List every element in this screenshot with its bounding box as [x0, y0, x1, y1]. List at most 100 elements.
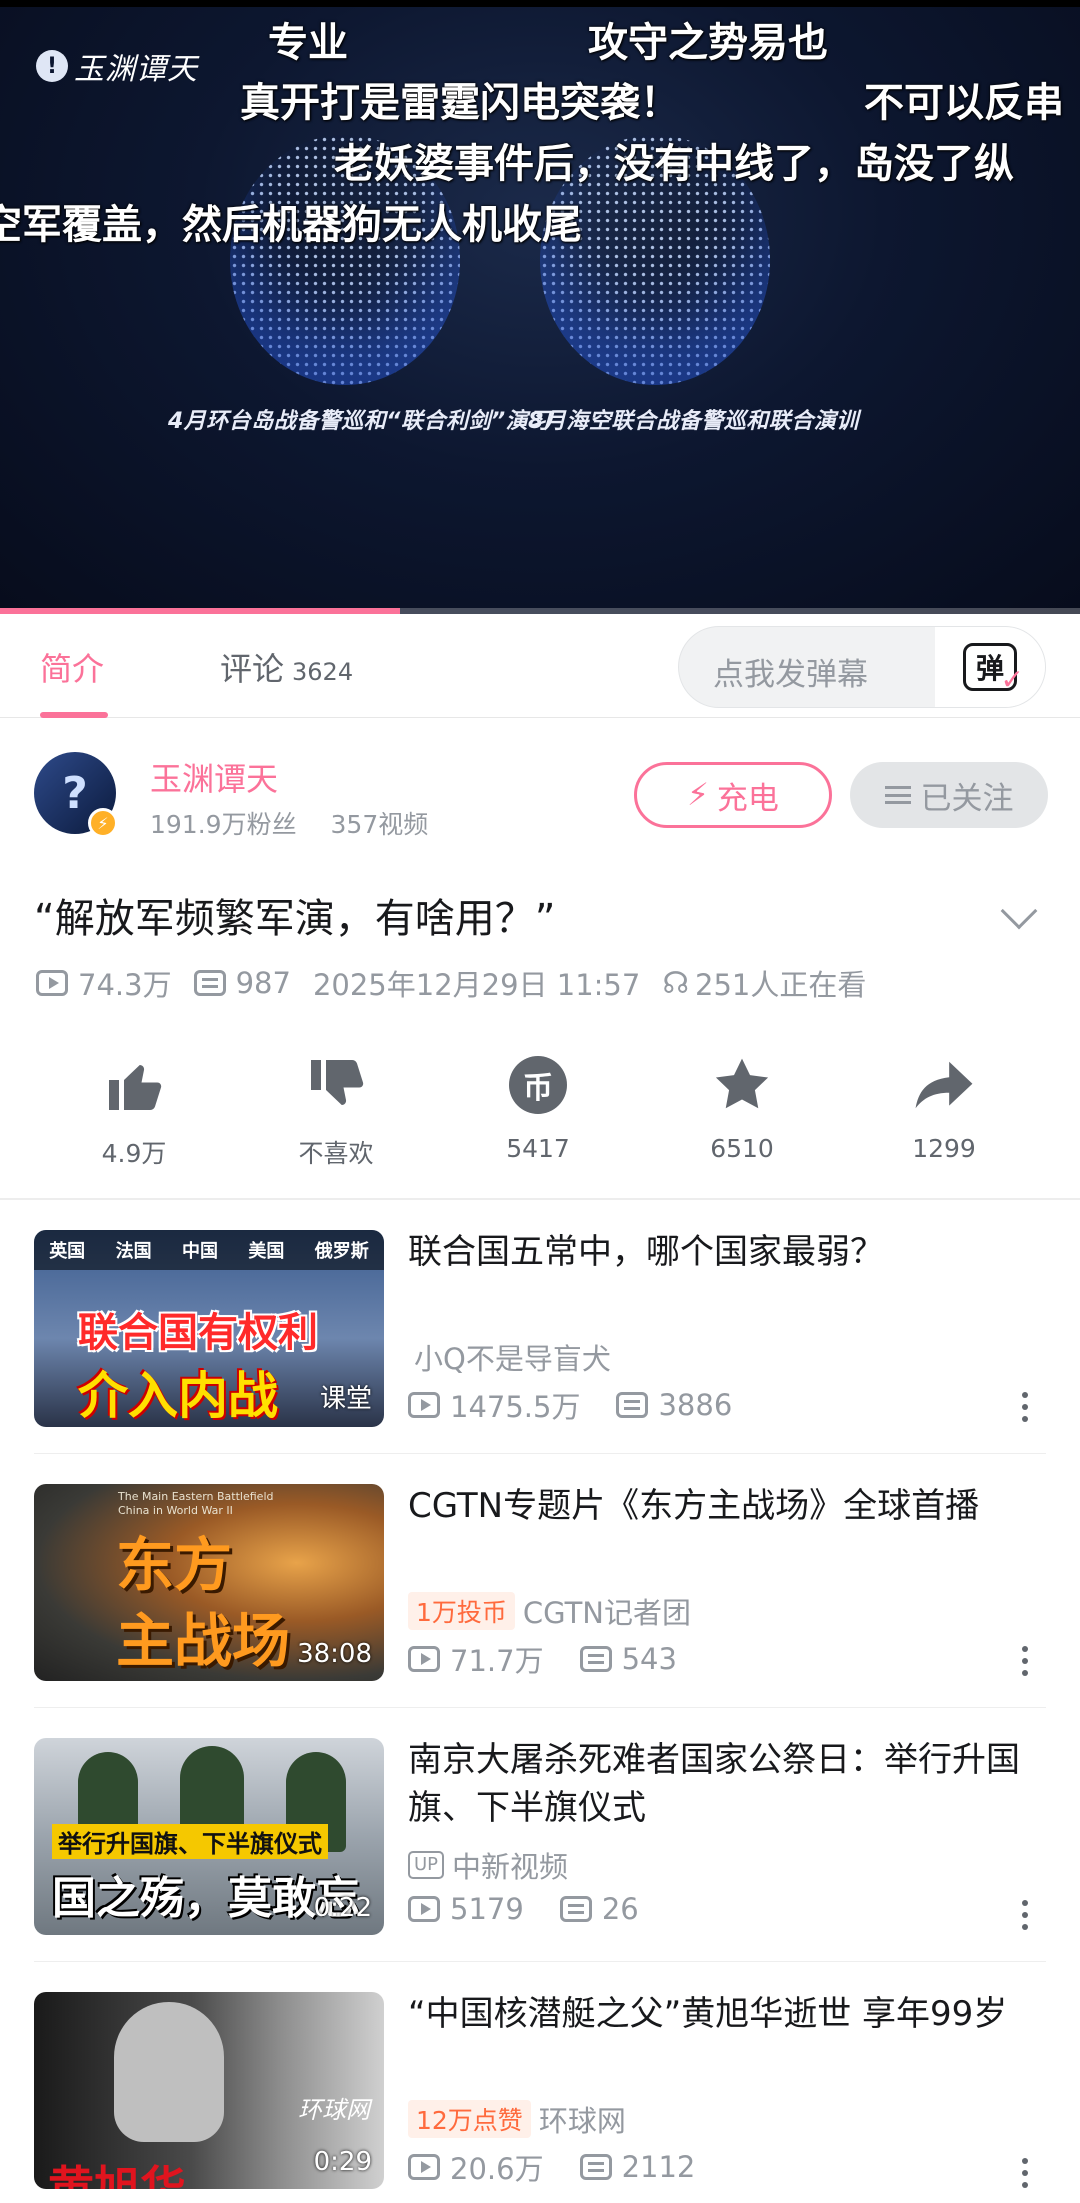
- thumb-country: 英国: [49, 1241, 86, 1262]
- danmaku-count-icon: [193, 970, 226, 996]
- view-count: 5179: [408, 1892, 524, 1926]
- action-bar: 4.9万 不喜欢 币 5417 6510 1299: [0, 1050, 1080, 1180]
- more-options-icon[interactable]: [1020, 1646, 1030, 1676]
- uploader-followers: 191.9万粉丝: [150, 810, 297, 839]
- play-count-icon: [408, 1896, 440, 1922]
- video-title: “解放军频繁军演，有啥用？”: [34, 896, 556, 942]
- coin-button[interactable]: 币 5417: [468, 1050, 608, 1163]
- recommended-title: 联合国五常中，哪个国家最弱？: [408, 1232, 884, 1272]
- danmaku-comment: 专业: [268, 20, 348, 66]
- people-icon: ☊: [662, 965, 689, 1001]
- danmaku-count-icon: [559, 1896, 592, 1922]
- follow-label: 已关注: [920, 780, 1014, 817]
- check-icon: ✓: [1000, 663, 1024, 696]
- tab-comments[interactable]: 评论 3624: [220, 644, 353, 690]
- recommended-title: 南京大屠杀死难者国家公祭日：举行升国旗、下半旗仪式: [408, 1740, 1020, 1828]
- view-count: 20.6万: [408, 2146, 544, 2188]
- more-options-icon[interactable]: [1020, 2158, 1030, 2188]
- danmaku-placeholder: 点我发弹幕: [713, 657, 868, 693]
- author-name: 小Q不是导盲犬: [414, 1342, 611, 1376]
- video-player[interactable]: 4月环台岛战备警巡和“联合利剑”演习 8月海空联合战备警巡和联合演训 ! 玉渊谭…: [0, 0, 1080, 614]
- dislike-label: 不喜欢: [298, 1139, 374, 1168]
- danmaku-count-value: 987: [235, 966, 291, 1000]
- lightning-icon: ⚡: [687, 777, 709, 813]
- video-caption-right: 8月海空联合战备警巡和联合演训: [528, 409, 859, 434]
- status-strip: [0, 0, 1080, 7]
- detail-tab-bar: 简介 评论 3624 点我发弹幕 弹 ✓: [0, 614, 1080, 718]
- lightning-badge-icon: ⚡: [88, 808, 118, 838]
- author-name: CGTN记者团: [522, 1596, 692, 1630]
- thumbs-down-icon: [266, 1050, 406, 1120]
- more-options-icon[interactable]: [1020, 1392, 1030, 1422]
- view-count-value: 74.3万: [78, 968, 172, 1002]
- up-badge: UP: [408, 1851, 445, 1879]
- favorite-button[interactable]: 6510: [672, 1050, 812, 1163]
- like-button[interactable]: 4.9万: [64, 1050, 204, 1170]
- comments-count: 3624: [292, 658, 354, 686]
- thumb-country: 中国: [181, 1241, 218, 1262]
- watching-now-value: 251人正在看: [695, 968, 867, 1002]
- view-count-value: 1475.5万: [450, 1390, 581, 1424]
- more-options-icon[interactable]: [1020, 1900, 1030, 1930]
- country-label-strip: 英国 法国 中国 美国 俄罗斯: [34, 1230, 384, 1270]
- author-name: 中新视频: [452, 1850, 569, 1884]
- thumb-subheadline: 主战场: [116, 1607, 291, 1675]
- author-name: 环球网: [538, 2104, 626, 2138]
- recommended-video[interactable]: 英国 法国 中国 美国 俄罗斯 联合国有权利 介入内战 课堂 联合国五常中，哪个…: [0, 1200, 1080, 1454]
- video-meta: 74.3万 987 2025年12月29日 11:57 ☊ 251人正在看: [36, 962, 888, 1004]
- charge-button[interactable]: ⚡ 充电: [634, 762, 832, 828]
- view-count: 1475.5万: [408, 1384, 580, 1426]
- share-arrow-icon: [874, 1050, 1014, 1120]
- coin-icon: 币: [509, 1056, 567, 1114]
- danmaku-comment: 真开打是雷霆闪电突袭！: [240, 80, 680, 126]
- danmaku-count: 987: [193, 966, 291, 1000]
- uploader-stats: 191.9万粉丝 357视频: [150, 805, 454, 841]
- video-duration: 0:22: [313, 1893, 372, 1923]
- danmaku-comment: 老妖婆事件后，没有中线了，岛没了纵: [334, 141, 1014, 187]
- share-button[interactable]: 1299: [874, 1050, 1014, 1163]
- thumb-small-caption: The Main Eastern Battlefield China in Wo…: [118, 1490, 274, 1517]
- recommended-author: 12万点赞 环球网: [408, 2098, 626, 2140]
- publish-date: 2025年12月29日 11:57: [312, 968, 641, 1002]
- danmaku-comment: 空军覆盖，然后机器狗无人机收尾: [0, 202, 582, 248]
- danmaku-count-value: 26: [601, 1892, 639, 1926]
- thumb-country: 俄罗斯: [314, 1241, 369, 1262]
- portrait-figure: [114, 2002, 224, 2142]
- tab-active-indicator: [40, 712, 108, 718]
- danmaku-count: 3886: [616, 1388, 732, 1422]
- like-count: 4.9万: [101, 1139, 167, 1168]
- recommended-author: UP 中新视频: [408, 1844, 568, 1886]
- danmaku-count-icon: [579, 2154, 612, 2180]
- thumb-headline: 举行升国旗、下半旗仪式: [52, 1824, 328, 1859]
- share-count: 1299: [912, 1134, 976, 1163]
- recommended-stats: 71.7万 543: [408, 1638, 713, 1680]
- view-count-value: 71.7万: [450, 1644, 544, 1678]
- recommended-stats: 1475.5万 3886: [408, 1384, 768, 1426]
- watching-now: ☊ 251人正在看: [662, 962, 866, 1004]
- danmaku-icon: 弹 ✓: [963, 643, 1024, 696]
- video-caption-left: 4月环台岛战备警巡和“联合利剑”演习: [168, 409, 551, 434]
- thumb-headline: 黄旭华: [48, 2161, 186, 2189]
- recommended-video[interactable]: The Main Eastern Battlefield China in Wo…: [0, 1454, 1080, 1708]
- video-thumbnail: 举行升国旗、下半旗仪式 国之殇，莫敢忘 0:22: [34, 1738, 384, 1935]
- danmaku-toggle-button[interactable]: 弹 ✓: [935, 627, 1045, 707]
- tab-comments-label: 评论: [220, 650, 285, 688]
- follow-button[interactable]: 已关注: [850, 762, 1048, 828]
- thumb-subheadline: 介入内战: [78, 1367, 278, 1425]
- channel-watermark: ! 玉渊谭天: [36, 44, 198, 88]
- star-icon: [672, 1050, 812, 1120]
- dislike-button[interactable]: 不喜欢: [266, 1050, 406, 1170]
- recommended-video[interactable]: 环球网 黄旭华 0:29 “中国核潜艇之父”黄旭华逝世 享年99岁 12万点赞 …: [0, 1962, 1080, 2203]
- thumb-corner-text: 课堂: [319, 1384, 372, 1414]
- recommended-video[interactable]: 举行升国旗、下半旗仪式 国之殇，莫敢忘 0:22 南京大屠杀死难者国家公祭日：举…: [0, 1708, 1080, 1962]
- danmaku-comment: 攻守之势易也: [588, 20, 828, 66]
- uploader-name[interactable]: 玉渊谭天: [150, 754, 278, 800]
- danmaku-count-icon: [579, 1646, 612, 1672]
- chevron-down-icon[interactable]: [1000, 892, 1038, 930]
- tab-intro[interactable]: 简介: [40, 644, 104, 690]
- video-thumbnail: 环球网 黄旭华 0:29: [34, 1992, 384, 2189]
- thumb-corner-text: 环球网: [298, 2096, 370, 2124]
- favorite-count: 6510: [710, 1134, 774, 1163]
- danmaku-input[interactable]: 点我发弹幕 弹 ✓: [678, 626, 1046, 708]
- video-duration: 0:29: [313, 2147, 372, 2177]
